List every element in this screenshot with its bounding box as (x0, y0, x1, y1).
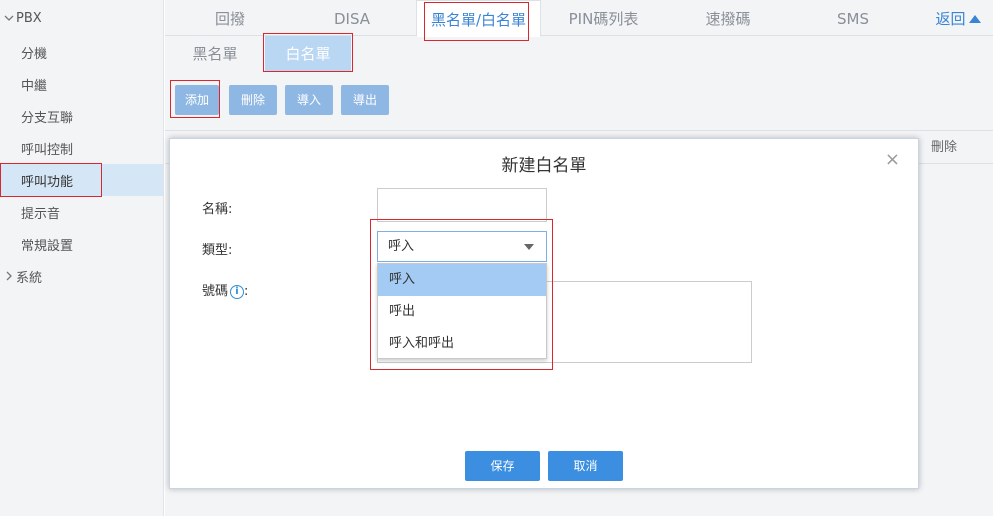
sidebar-item-label: 常規設置 (21, 238, 74, 254)
back-button[interactable]: 返回 (923, 0, 993, 36)
sidebar-item-label: 呼叫功能 (21, 174, 74, 190)
sidebar-item-extension[interactable]: 分機 (0, 36, 163, 68)
dialog-title: 新建白名單 (501, 156, 587, 176)
chevron-right-icon (6, 271, 12, 281)
new-whitelist-dialog: 新建白名單 × 名稱: 類型: 呼入 號碼 i: 呼入 呼出 呼入和呼出 保存 取… (169, 138, 919, 489)
tab-callback[interactable]: 回撥 (175, 0, 285, 36)
sidebar: PBX 分機 中繼 分支互聯 呼叫控制 呼叫功能 提示音 常規設置 系統 (0, 0, 164, 516)
tab-label: PIN碼列表 (568, 10, 639, 28)
subtab-whitelist[interactable]: 白名單 (265, 36, 351, 72)
tab-label: 速撥碼 (705, 10, 751, 28)
name-field[interactable] (377, 188, 547, 222)
tab-disa[interactable]: DISA (297, 0, 407, 36)
type-option-outbound[interactable]: 呼出 (378, 296, 546, 328)
sidebar-group-label: PBX (16, 10, 42, 26)
sidebar-item-branch[interactable]: 分支互聯 (0, 100, 163, 132)
number-label-colon: : (244, 284, 249, 299)
sidebar-item-prompts[interactable]: 提示音 (0, 196, 163, 228)
tab-label: DISA (333, 10, 371, 28)
sidebar-item-general-settings[interactable]: 常規設置 (0, 228, 163, 260)
tab-sms[interactable]: SMS (798, 0, 908, 36)
sidebar-item-label: 中繼 (21, 78, 48, 94)
sidebar-group-system[interactable]: 系統 (0, 260, 163, 292)
number-label-text: 號碼 (202, 284, 229, 299)
type-option-inbound[interactable]: 呼入 (378, 264, 546, 296)
chevron-down-icon (524, 244, 534, 250)
sidebar-item-call-control[interactable]: 呼叫控制 (0, 132, 163, 164)
sidebar-item-trunk[interactable]: 中繼 (0, 68, 163, 100)
tab-label: 黑名單/白名單 (430, 11, 527, 29)
sidebar-item-call-features[interactable]: 呼叫功能 (0, 164, 163, 196)
import-button[interactable]: 導入 (285, 85, 333, 115)
tab-label: SMS (837, 10, 869, 28)
sidebar-item-label: 分支互聯 (21, 110, 74, 126)
subtab-label: 白名單 (285, 45, 331, 63)
chevron-down-icon (4, 15, 14, 21)
close-icon[interactable]: × (885, 151, 900, 169)
info-icon[interactable]: i (230, 285, 245, 299)
tab-speed-dial[interactable]: 速撥碼 (673, 0, 783, 36)
tab-pin-list[interactable]: PIN碼列表 (546, 0, 661, 36)
sidebar-group-pbx[interactable]: PBX (0, 0, 163, 36)
type-select[interactable]: 呼入 (377, 231, 547, 262)
type-option-both[interactable]: 呼入和呼出 (378, 328, 546, 360)
cancel-button[interactable]: 取消 (548, 451, 623, 481)
sidebar-item-label: 分機 (21, 46, 48, 62)
name-label: 名稱: (202, 202, 233, 217)
sidebar-item-label: 呼叫控制 (21, 142, 74, 158)
column-header-delete: 刪除 (930, 140, 957, 155)
number-label: 號碼 i: (202, 280, 248, 299)
subtab-label: 黑名單 (192, 45, 238, 63)
type-dropdown-menu: 呼入 呼出 呼入和呼出 (377, 263, 547, 359)
caret-up-icon (968, 15, 981, 23)
save-button[interactable]: 保存 (465, 451, 540, 481)
tab-blacklist-whitelist[interactable]: 黑名單/白名單 (416, 0, 541, 37)
back-label: 返回 (935, 10, 966, 28)
type-select-value: 呼入 (388, 239, 415, 254)
sidebar-item-label: 提示音 (21, 206, 61, 222)
sidebar-group-label: 系統 (16, 270, 43, 286)
delete-button[interactable]: 刪除 (229, 85, 277, 115)
add-button[interactable]: 添加 (175, 85, 219, 115)
tab-label: 回撥 (214, 10, 245, 28)
export-button[interactable]: 導出 (341, 85, 389, 115)
tab-bar: 回撥 DISA 黑名單/白名單 PIN碼列表 速撥碼 SMS 返回 (165, 0, 993, 37)
type-label: 類型: (202, 243, 233, 258)
sub-tab-bar: 黑名單 白名單 (165, 36, 993, 72)
subtab-blacklist[interactable]: 黑名單 (171, 36, 259, 72)
